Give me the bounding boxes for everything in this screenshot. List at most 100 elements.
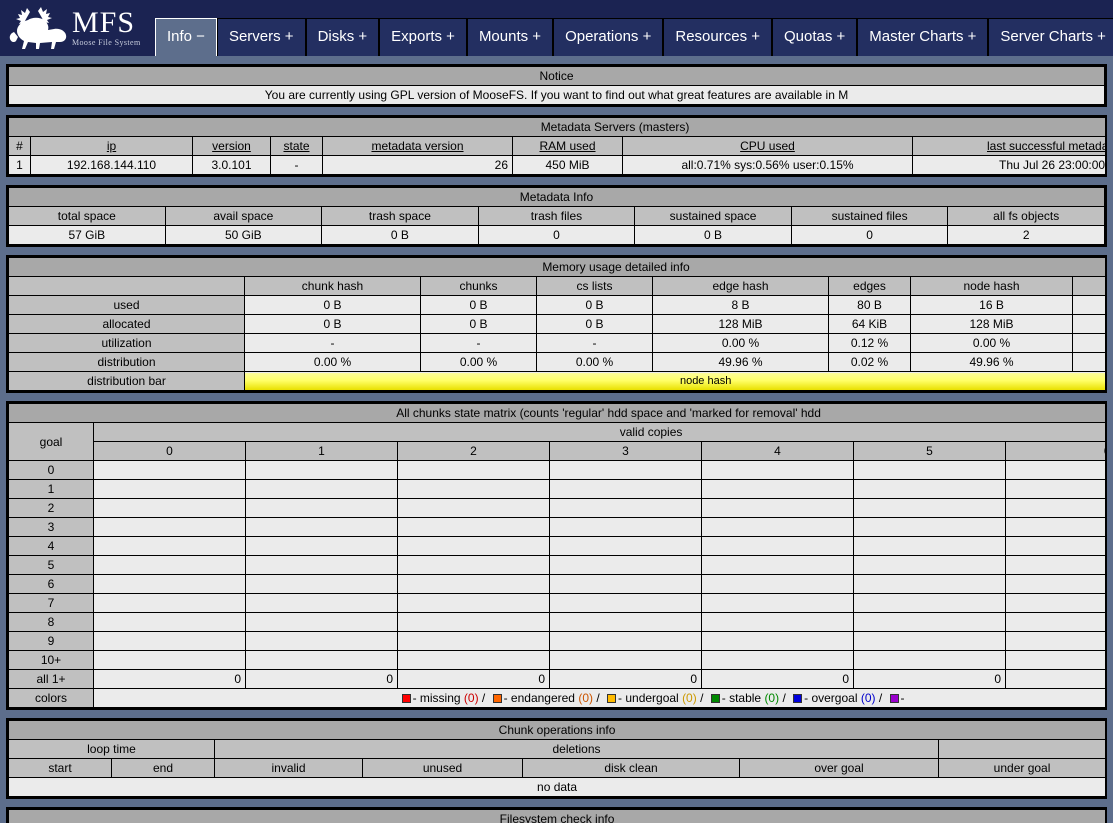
goal-row-label: 7 <box>8 593 94 613</box>
chunks-matrix-cell <box>397 574 550 594</box>
legend-swatch-icon <box>889 694 899 703</box>
tab-exports[interactable]: Exports + <box>379 18 467 56</box>
logo[interactable]: MFS Moose File System <box>0 0 155 56</box>
tab-resources[interactable]: Resources + <box>663 18 772 56</box>
chunks-matrix-cell <box>1004 498 1105 518</box>
tab-server-charts[interactable]: Server Charts + <box>988 18 1113 56</box>
goal-row-label: 9 <box>8 631 94 651</box>
legend-count: (0) <box>860 691 876 705</box>
masters-col-header[interactable]: ip <box>30 136 193 156</box>
chunks-matrix-row: 10+ <box>8 650 1105 670</box>
chunks-matrix-cell <box>245 631 398 651</box>
memory-cell: 0.00 % <box>244 352 421 372</box>
masters-col-header[interactable]: version <box>192 136 271 156</box>
memory-cell: 18 <box>1071 295 1105 315</box>
tab-operations[interactable]: Operations + <box>553 18 664 56</box>
legend-separator: / <box>779 691 790 705</box>
chunks-matrix-cell <box>853 574 1006 594</box>
chunks-matrix-row: 5 <box>8 555 1105 575</box>
memory-header-row: chunk hash chunks cs lists edge hash edges no… <box>8 276 1105 296</box>
goal-row-label: 6 <box>8 574 94 594</box>
memory-col-header: cs lists <box>536 276 653 296</box>
memory-cell: 128 MiB <box>652 314 829 334</box>
legend-swatch-icon <box>607 694 617 703</box>
chunk-ops-header-row: start end invalid unused disk clean over goal… <box>8 758 1107 778</box>
chunks-matrix-cell <box>93 650 246 670</box>
chunks-matrix-column-row: 0123456 <box>9 441 1105 461</box>
chunks-matrix-cell <box>397 631 550 651</box>
loop-time-group-header: loop time <box>8 739 215 759</box>
valid-copies-col-header: 4 <box>701 441 854 461</box>
chunks-matrix-cell <box>701 479 854 499</box>
chunks-matrix-cell <box>701 574 854 594</box>
goal-row-label: 4 <box>8 536 94 556</box>
chunks-matrix-cell <box>549 574 702 594</box>
metadata-info-col-header: avail space <box>164 206 323 226</box>
metadata-info-value: 0 B <box>321 225 479 245</box>
memory-cell: 0.0 <box>1071 352 1105 372</box>
chunks-matrix-row: 6 <box>8 574 1105 594</box>
chunks-matrix-cell <box>93 498 246 518</box>
metadata-info-title: Metadata Info <box>8 187 1105 207</box>
goal-row-label: 8 <box>8 612 94 632</box>
notice-section: Notice You are currently using GPL versi… <box>6 64 1107 107</box>
chunks-matrix-title: All chunks state matrix (counts 'regular… <box>8 403 1105 423</box>
legend-count: (0) <box>463 691 479 705</box>
chunks-matrix-cell <box>245 650 398 670</box>
masters-col-header[interactable]: last successful metadata save <box>911 136 1105 156</box>
memory-cell: 128 MiB <box>910 314 1073 334</box>
metadata-info-col-header: total space <box>8 206 166 226</box>
chunks-matrix-cell <box>245 460 398 480</box>
all-goal-cell: 0 <box>701 669 854 689</box>
chunk-ops-col-header: unused <box>362 758 523 778</box>
memory-row-label: allocated <box>8 314 245 334</box>
masters-col-header[interactable]: state <box>270 136 323 156</box>
legend-swatch-icon <box>710 694 720 703</box>
chunk-ops-col-header: start <box>8 758 112 778</box>
valid-copies-col-header: 5 <box>853 441 1006 461</box>
all-goal-cell <box>1004 669 1105 689</box>
chunks-matrix-cell <box>853 612 1006 632</box>
chunks-matrix-cell <box>853 517 1006 537</box>
chunk-ops-col-header: over goal <box>739 758 939 778</box>
chunks-matrix-cell <box>701 517 854 537</box>
tab-mounts[interactable]: Mounts + <box>466 18 554 56</box>
masters-col-header[interactable]: metadata version <box>322 136 513 156</box>
legend-label: - <box>900 691 905 705</box>
legend-label: - overgoal <box>804 691 861 705</box>
logo-title: MFS <box>72 6 136 40</box>
chunks-matrix-cell <box>549 517 702 537</box>
memory-title: Memory usage detailed info <box>8 257 1105 277</box>
master-index: 1 <box>8 155 31 175</box>
chunks-matrix-cell <box>701 460 854 480</box>
tab-master-charts[interactable]: Master Charts + <box>857 18 989 56</box>
legend-label: - endangered <box>503 691 579 705</box>
chunks-matrix-cell <box>549 593 702 613</box>
tab-servers[interactable]: Servers + <box>216 18 306 56</box>
valid-copies-col-header: 0 <box>93 441 246 461</box>
chunks-matrix-cell <box>1004 650 1105 670</box>
masters-col-header[interactable]: RAM used <box>512 136 623 156</box>
valid-copies-col-header: 1 <box>245 441 398 461</box>
chunks-matrix-row: 2 <box>8 498 1105 518</box>
tab-disks[interactable]: Disks + <box>305 18 380 56</box>
tab-info[interactable]: Info − <box>155 18 217 56</box>
tab-quotas[interactable]: Quotas + <box>772 18 858 56</box>
memory-row: distribution 0.00 % 0.00 % 0.00 % 49.96 % 0.0… <box>8 352 1105 372</box>
masters-col-header[interactable]: CPU used <box>622 136 913 156</box>
chunks-matrix-cell <box>397 460 550 480</box>
valid-copies-col-header: 3 <box>549 441 702 461</box>
goal-header: goal <box>8 422 94 461</box>
goal-row-label: 1 <box>8 479 94 499</box>
chunk-ops-nodata-row: no data <box>7 777 1107 797</box>
chunks-matrix-cell <box>701 555 854 575</box>
chunks-matrix-cell <box>853 593 1006 613</box>
chunks-matrix-cell <box>853 460 1006 480</box>
distribution-bar-segment: node hash <box>245 372 1105 390</box>
metadata-info-value: 0 <box>477 225 636 245</box>
chunks-matrix-cell <box>245 536 398 556</box>
chunks-matrix-cell <box>93 555 246 575</box>
metadata-servers-section: Metadata Servers (masters) # ip version sta… <box>6 115 1107 177</box>
chunks-matrix-cell <box>549 498 702 518</box>
chunks-matrix-cell <box>397 479 550 499</box>
